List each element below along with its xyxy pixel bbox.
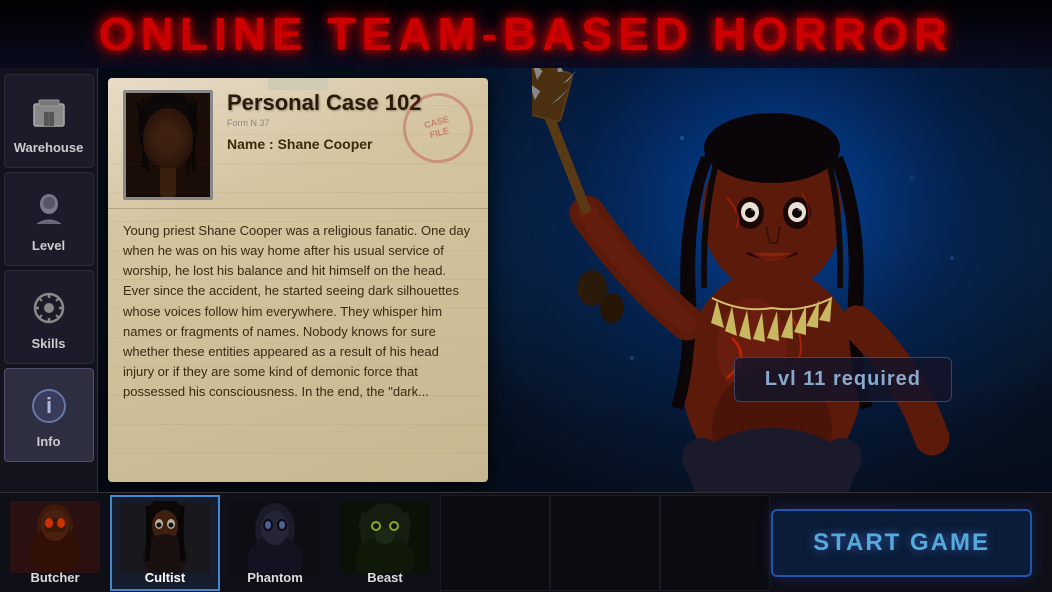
char-portrait-butcher: [10, 501, 100, 573]
warehouse-icon: [25, 88, 73, 136]
sidebar-item-skills[interactable]: Skills: [4, 270, 94, 364]
case-tape: [268, 78, 328, 90]
info-label: Info: [37, 434, 61, 449]
beast-label: Beast: [367, 570, 402, 585]
monster-area: Lvl 11 required: [432, 68, 1052, 492]
cultist-bg: [120, 501, 210, 573]
char-slot-butcher[interactable]: Butcher: [0, 495, 110, 591]
case-portrait: [123, 90, 213, 200]
svg-text:i: i: [45, 393, 51, 418]
butcher-label: Butcher: [30, 570, 79, 585]
start-game-button[interactable]: START GAME: [771, 509, 1032, 577]
sidebar-item-level[interactable]: Level: [4, 172, 94, 266]
char-slot-empty-3: [660, 495, 770, 591]
cultist-label: Cultist: [145, 570, 185, 585]
skills-label: Skills: [32, 336, 66, 351]
case-description: Young priest Shane Cooper was a religiou…: [108, 209, 488, 414]
character-selector: Butcher: [0, 492, 1052, 592]
char-slot-cultist[interactable]: Cultist: [110, 495, 220, 591]
case-file: CASEFILE: [108, 78, 488, 482]
level-label: Level: [32, 238, 65, 253]
char-slot-empty-1: [440, 495, 550, 591]
char-slot-empty-2: [550, 495, 660, 591]
title-banner: ONLINE TEAM-BASED HORROR: [0, 0, 1052, 68]
info-icon: i: [25, 382, 73, 430]
skills-icon: [25, 284, 73, 332]
phantom-bg: [230, 501, 320, 573]
char-slot-phantom[interactable]: Phantom: [220, 495, 330, 591]
sidebar: Warehouse Level: [0, 68, 98, 492]
app-title: ONLINE TEAM-BASED HORROR: [99, 7, 953, 61]
level-required-badge: Lvl 11 required: [734, 357, 952, 402]
stamp-text: CASEFILE: [423, 114, 453, 141]
char-slot-beast[interactable]: Beast: [330, 495, 440, 591]
sidebar-item-info[interactable]: i Info: [4, 368, 94, 462]
char-portrait-beast: [340, 501, 430, 573]
butcher-bg: [10, 501, 100, 573]
level-icon: [25, 186, 73, 234]
portrait-face: [126, 93, 210, 197]
main-content: CASEFILE: [98, 68, 1052, 492]
char-portrait-cultist: [120, 501, 210, 573]
beast-bg: [340, 501, 430, 573]
level-required-text: Lvl 11 required: [765, 368, 921, 390]
sidebar-item-warehouse[interactable]: Warehouse: [4, 74, 94, 168]
monster-svg-container: [532, 68, 1032, 492]
char-portrait-phantom: [230, 501, 320, 573]
phantom-label: Phantom: [247, 570, 303, 585]
warehouse-label: Warehouse: [14, 140, 84, 155]
